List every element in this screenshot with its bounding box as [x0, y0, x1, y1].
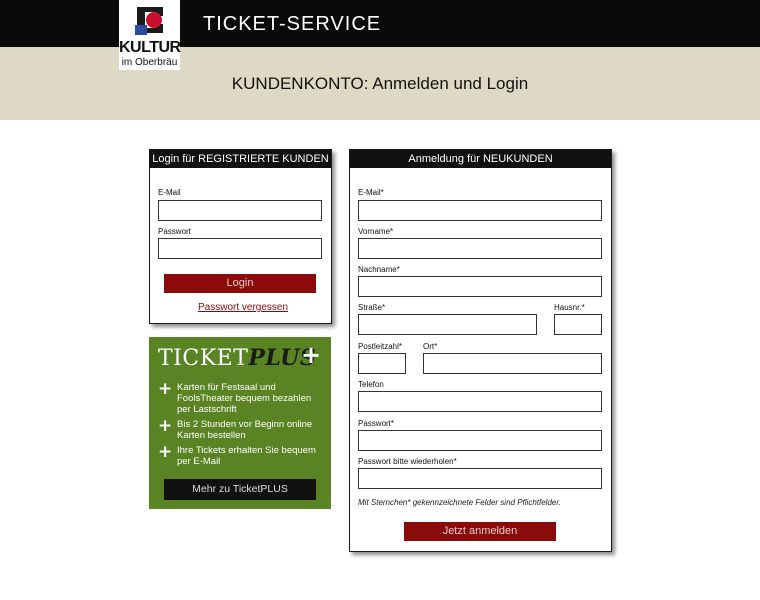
logo-mark-icon: [133, 3, 167, 37]
register-email-input[interactable]: [358, 200, 602, 221]
logo-text-oberbraeu: im Oberbräu: [121, 57, 178, 68]
ticketplus-more-button[interactable]: Mehr zu TicketPLUS: [164, 479, 316, 500]
strasse-label: Straße*: [358, 303, 386, 312]
page-title: KUNDENKONTO: Anmelden und Login: [231, 74, 529, 93]
plus-icon: +: [158, 416, 173, 436]
login-email-input[interactable]: [158, 200, 322, 221]
password-repeat-input[interactable]: [358, 468, 602, 489]
ticketplus-logo-ticket: TICKET: [158, 346, 249, 371]
strasse-input[interactable]: [358, 314, 537, 335]
required-fields-note: Mit Sternchen* gekennzeichnete Felder si…: [358, 498, 561, 507]
login-password-label: Passwort: [158, 227, 191, 236]
register-submit-button[interactable]: Jetzt anmelden: [404, 522, 556, 541]
nachname-input[interactable]: [358, 276, 602, 297]
plz-input[interactable]: [358, 353, 406, 374]
site-title: TICKET-SERVICE: [203, 13, 382, 35]
plz-label: Postleitzahl*: [358, 342, 403, 351]
login-password-input[interactable]: [158, 238, 322, 259]
vorname-label: Vorname*: [358, 227, 394, 236]
telefon-input[interactable]: [358, 391, 602, 412]
ort-label: Ort*: [423, 342, 438, 351]
promo-feature-text: Ihre Tickets erhalten Sie bequem per E-M…: [177, 445, 316, 467]
register-email-label: E-Mail*: [358, 188, 384, 197]
plus-icon: +: [158, 379, 173, 399]
logo-text-kultur: KULTUR: [119, 39, 181, 56]
plus-icon: +: [158, 442, 173, 462]
vorname-input[interactable]: [358, 238, 602, 259]
register-panel-title: Anmeldung für NEUKUNDEN: [350, 150, 611, 168]
password-repeat-label: Passwort bitte wiederholen*: [358, 457, 457, 466]
promo-feature-text: Bis 2 Stunden vor Beginn online Karten b…: [177, 419, 313, 441]
ort-input[interactable]: [423, 353, 602, 374]
nachname-label: Nachname*: [358, 265, 400, 274]
promo-feature-text: Karten für Festsaal und FoolsTheater beq…: [177, 382, 312, 415]
login-panel-title: Login für REGISTRIERTE KUNDEN: [150, 150, 331, 168]
register-password-input[interactable]: [358, 430, 602, 451]
register-password-label: Passwort*: [358, 419, 395, 428]
login-panel: Login für REGISTRIERTE KUNDEN E-Mail Pas…: [149, 149, 332, 324]
login-button[interactable]: Login: [164, 274, 316, 293]
login-email-label: E-Mail: [158, 188, 181, 197]
telefon-label: Telefon: [358, 380, 384, 389]
plus-icon: +: [301, 341, 322, 369]
forgot-password-link[interactable]: Passwort vergessen: [198, 302, 288, 314]
ticketplus-promo: TICKETPLUS + + Karten für Festsaal und F…: [149, 337, 331, 509]
ticketplus-logo: TICKETPLUS: [158, 345, 316, 372]
kultur-logo[interactable]: KULTUR im Oberbräu: [119, 0, 181, 70]
hausnr-label: Hausnr.*: [554, 303, 585, 312]
hausnr-input[interactable]: [554, 314, 602, 335]
register-panel: Anmeldung für NEUKUNDEN E-Mail* Vorname*…: [349, 149, 612, 552]
